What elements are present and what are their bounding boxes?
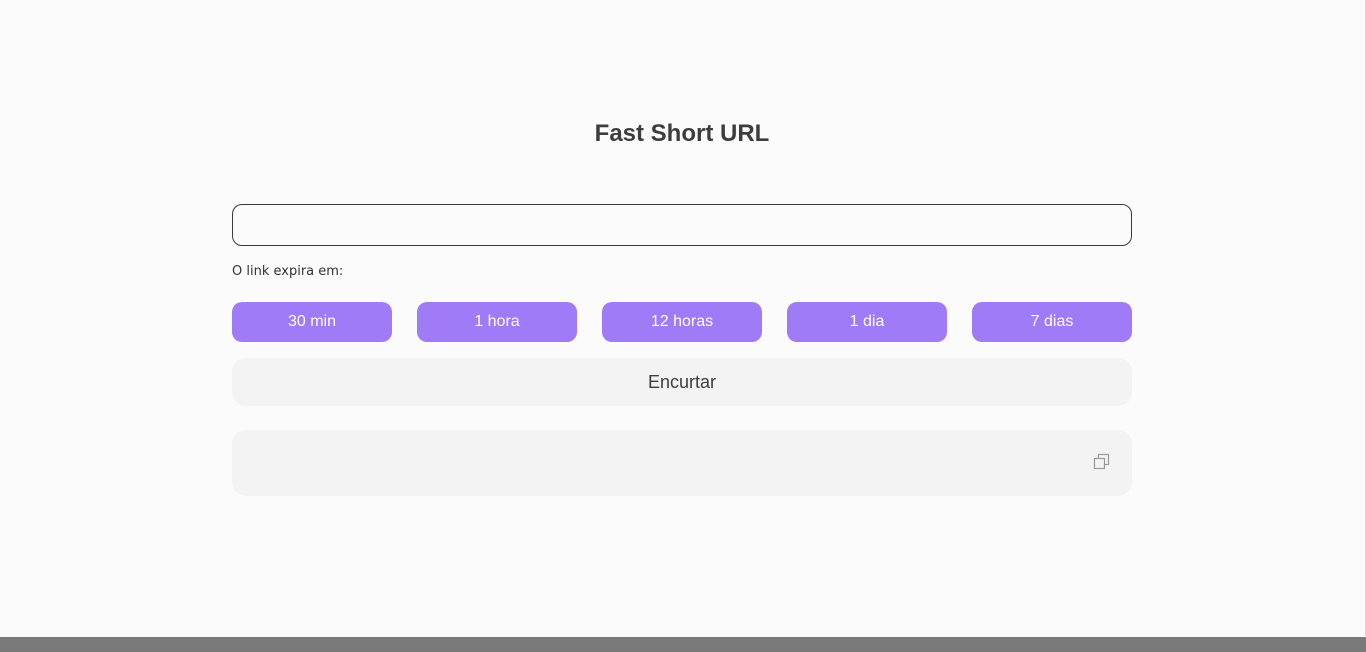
expire-label: O link expira em: (232, 264, 344, 279)
copy-icon[interactable] (1092, 452, 1112, 472)
expire-1day-button[interactable]: 1 dia (787, 302, 947, 342)
url-input[interactable] (232, 204, 1132, 246)
expire-12hours-button[interactable]: 12 horas (602, 302, 762, 342)
taskbar-strip (0, 637, 1366, 652)
page: Fast Short URL O link expira em: 30 min … (0, 0, 1366, 652)
shorten-button[interactable]: Encurtar (232, 358, 1132, 406)
result-box (232, 430, 1132, 496)
page-title: Fast Short URL (594, 120, 770, 147)
expiration-options: 30 min 1 hora 12 horas 1 dia 7 dias (232, 302, 1132, 342)
expire-7days-button[interactable]: 7 dias (972, 302, 1132, 342)
expire-30min-button[interactable]: 30 min (232, 302, 392, 342)
expire-1hour-button[interactable]: 1 hora (417, 302, 577, 342)
